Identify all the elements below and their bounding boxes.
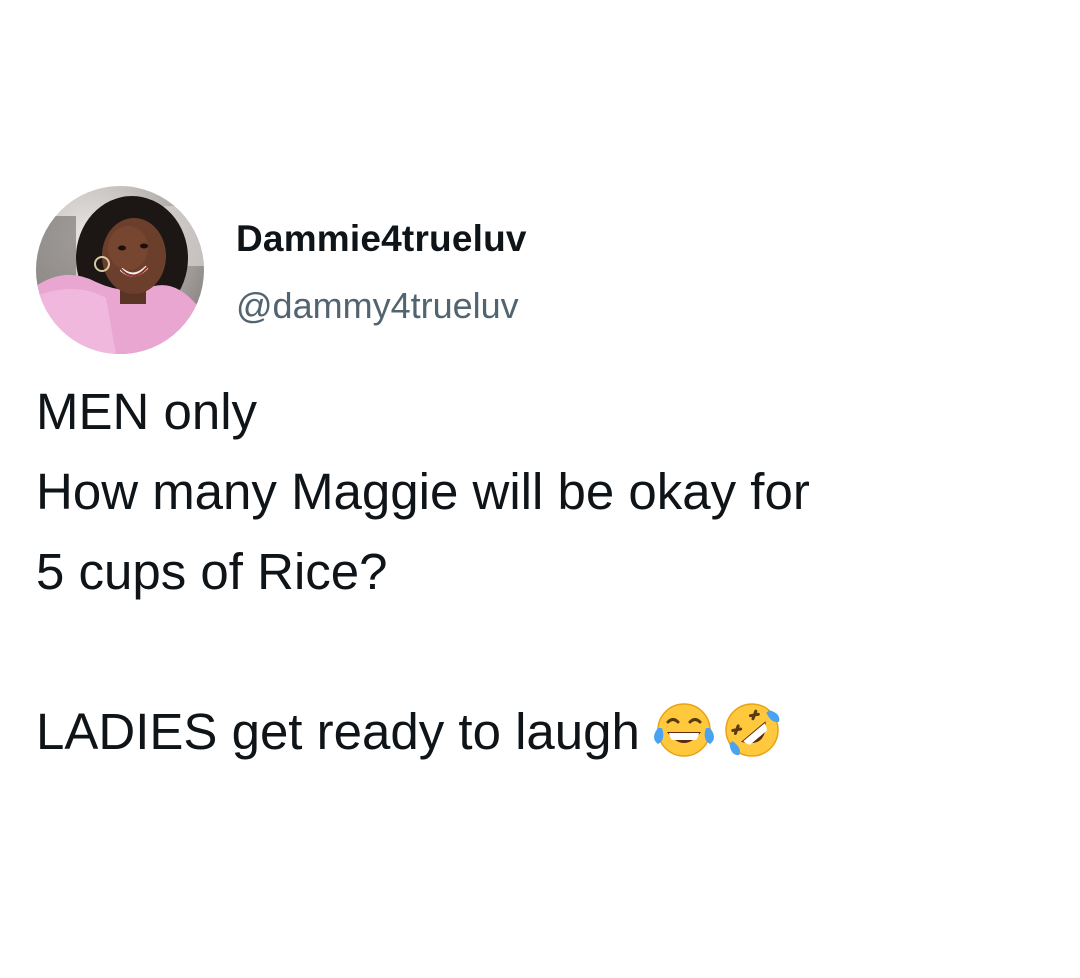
- line-spacer: [36, 612, 1066, 692]
- author-display-name[interactable]: Dammie4trueluv: [236, 218, 527, 260]
- tweet-text: MEN only How many Maggie will be okay fo…: [36, 372, 1066, 772]
- tweet-line: MEN only: [36, 383, 258, 440]
- author-handle[interactable]: @dammy4trueluv: [236, 285, 519, 327]
- tweet-line: How many Maggie will be okay for: [36, 463, 810, 520]
- tweet-line: 5 cups of Rice?: [36, 543, 388, 600]
- avatar[interactable]: [36, 186, 204, 354]
- face-with-tears-of-joy-icon: [652, 698, 716, 762]
- tweet-line: LADIES get ready to laugh: [36, 703, 640, 760]
- rolling-on-the-floor-laughing-icon: [720, 698, 784, 762]
- profile-photo-icon: [36, 186, 204, 354]
- tweet-line-with-emoji: LADIES get ready to laugh: [36, 692, 1066, 772]
- tweet-card: Dammie4trueluv @dammy4trueluv MEN only H…: [0, 0, 1080, 978]
